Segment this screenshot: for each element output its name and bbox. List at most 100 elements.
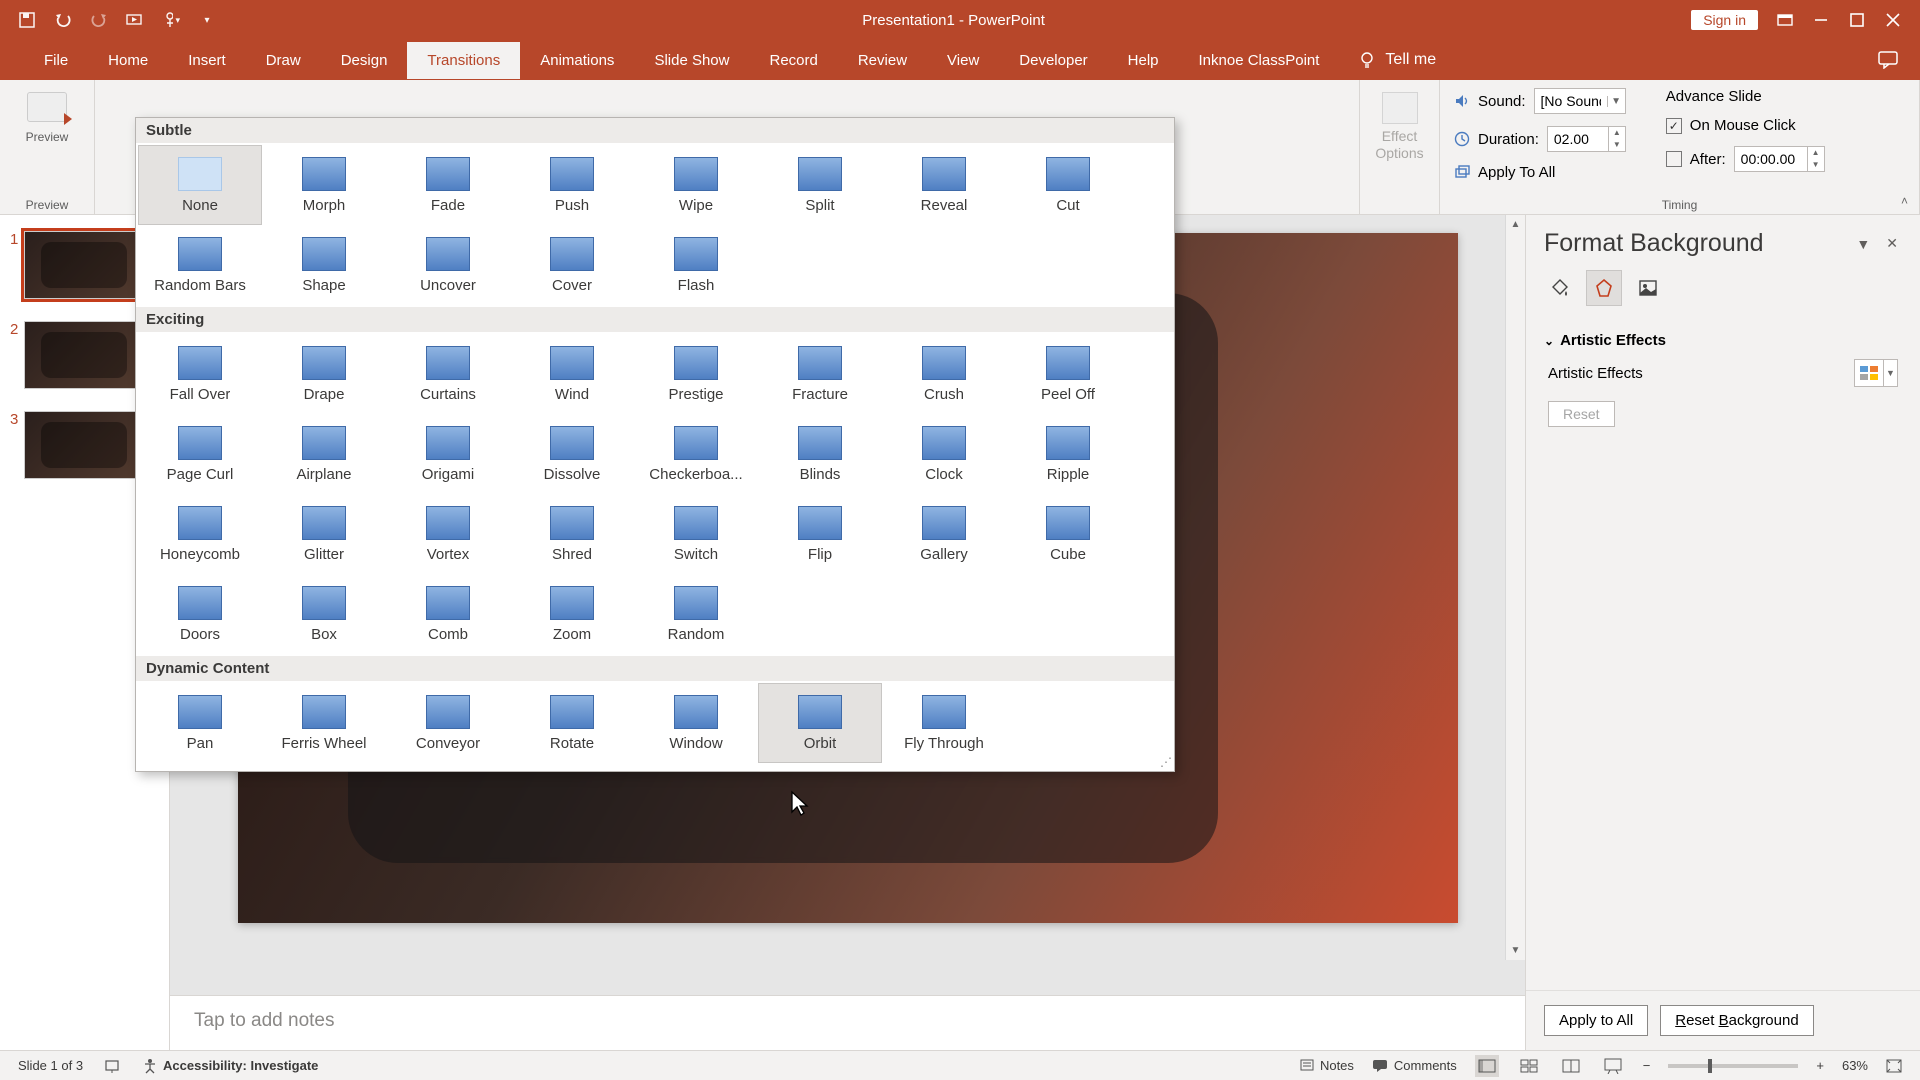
comments-pane-icon[interactable] <box>1878 51 1898 69</box>
transition-fracture[interactable]: Fracture <box>758 334 882 414</box>
undo-icon[interactable] <box>54 11 72 29</box>
transition-gallery-popup[interactable]: SubtleNoneMorphFadePushWipeSplitRevealCu… <box>135 117 1175 772</box>
transition-clock[interactable]: Clock <box>882 414 1006 494</box>
reset-button[interactable]: Reset <box>1548 401 1615 427</box>
transition-glitter[interactable]: Glitter <box>262 494 386 574</box>
on-mouse-click-row[interactable]: ✓ On Mouse Click <box>1666 117 1825 134</box>
tab-animations[interactable]: Animations <box>520 42 634 79</box>
transition-cut[interactable]: Cut <box>1006 145 1130 225</box>
transition-random-bars[interactable]: Random Bars <box>138 225 262 305</box>
resize-grip-icon[interactable]: ⋰ <box>1160 755 1170 769</box>
chevron-down-icon[interactable]: ▼ <box>1607 96 1625 107</box>
transition-peel-off[interactable]: Peel Off <box>1006 334 1130 414</box>
slideshow-view-icon[interactable] <box>1601 1055 1625 1077</box>
touch-mode-icon[interactable]: ▾ <box>162 11 180 29</box>
transition-page-curl[interactable]: Page Curl <box>138 414 262 494</box>
notes-indicator-icon[interactable] <box>105 1059 121 1073</box>
transition-fall-over[interactable]: Fall Over <box>138 334 262 414</box>
transition-wind[interactable]: Wind <box>510 334 634 414</box>
transition-morph[interactable]: Morph <box>262 145 386 225</box>
transition-flash[interactable]: Flash <box>634 225 758 305</box>
tab-design[interactable]: Design <box>321 42 408 79</box>
after-row[interactable]: After: ▲▼ <box>1666 146 1825 172</box>
scroll-up-icon[interactable]: ▲ <box>1511 219 1521 230</box>
tab-draw[interactable]: Draw <box>246 42 321 79</box>
artistic-effects-section-toggle[interactable]: ⌄ Artistic Effects <box>1544 332 1902 349</box>
transition-dissolve[interactable]: Dissolve <box>510 414 634 494</box>
thumb-image[interactable] <box>24 231 144 299</box>
tab-review[interactable]: Review <box>838 42 927 79</box>
transition-window[interactable]: Window <box>634 683 758 763</box>
duration-spinner[interactable]: ▲▼ <box>1547 126 1626 152</box>
transition-wipe[interactable]: Wipe <box>634 145 758 225</box>
transition-fade[interactable]: Fade <box>386 145 510 225</box>
after-value[interactable] <box>1735 147 1807 171</box>
scroll-down-icon[interactable]: ▼ <box>1511 945 1521 956</box>
close-icon[interactable] <box>1884 11 1902 29</box>
redo-icon[interactable] <box>90 11 108 29</box>
after-spinner[interactable]: ▲▼ <box>1734 146 1825 172</box>
slideshow-from-start-icon[interactable] <box>126 11 144 29</box>
transition-checkerboa-[interactable]: Checkerboa... <box>634 414 758 494</box>
reading-view-icon[interactable] <box>1559 1055 1583 1077</box>
transition-gallery[interactable]: Gallery <box>882 494 1006 574</box>
transition-split[interactable]: Split <box>758 145 882 225</box>
fill-tab[interactable] <box>1542 270 1578 306</box>
sound-value[interactable] <box>1535 93 1607 109</box>
zoom-in-icon[interactable]: + <box>1816 1058 1824 1073</box>
transition-cover[interactable]: Cover <box>510 225 634 305</box>
apply-to-all-button[interactable]: Apply To All <box>1454 164 1626 181</box>
normal-view-icon[interactable] <box>1475 1055 1499 1077</box>
minimize-icon[interactable] <box>1812 11 1830 29</box>
transition-doors[interactable]: Doors <box>138 574 262 654</box>
transition-shape[interactable]: Shape <box>262 225 386 305</box>
notes-button[interactable]: Notes <box>1300 1058 1354 1073</box>
transition-random[interactable]: Random <box>634 574 758 654</box>
maximize-icon[interactable] <box>1848 11 1866 29</box>
transition-switch[interactable]: Switch <box>634 494 758 574</box>
transition-shred[interactable]: Shred <box>510 494 634 574</box>
zoom-value[interactable]: 63% <box>1842 1058 1868 1073</box>
transition-cube[interactable]: Cube <box>1006 494 1130 574</box>
tab-help[interactable]: Help <box>1108 42 1179 79</box>
vertical-scrollbar[interactable]: ▲ ▼ <box>1505 215 1525 960</box>
transition-pan[interactable]: Pan <box>138 683 262 763</box>
tell-me[interactable]: Tell me <box>1359 51 1436 69</box>
tab-view[interactable]: View <box>927 42 999 79</box>
duration-value[interactable] <box>1548 127 1608 151</box>
transition-curtains[interactable]: Curtains <box>386 334 510 414</box>
transition-drape[interactable]: Drape <box>262 334 386 414</box>
transition-airplane[interactable]: Airplane <box>262 414 386 494</box>
sound-combo[interactable]: ▼ <box>1534 88 1626 114</box>
apply-to-all-button[interactable]: Apply to All <box>1544 1005 1648 1036</box>
comments-button[interactable]: Comments <box>1372 1058 1457 1073</box>
effects-tab[interactable] <box>1586 270 1622 306</box>
tab-developer[interactable]: Developer <box>999 42 1107 79</box>
zoom-out-icon[interactable]: − <box>1643 1058 1651 1073</box>
transition-crush[interactable]: Crush <box>882 334 1006 414</box>
artistic-effects-dropdown[interactable]: ▼ <box>1854 359 1898 387</box>
transition-ferris-wheel[interactable]: Ferris Wheel <box>262 683 386 763</box>
tab-home[interactable]: Home <box>88 42 168 79</box>
transition-none[interactable]: None <box>138 145 262 225</box>
tab-transitions[interactable]: Transitions <box>407 42 520 79</box>
tab-file[interactable]: File <box>24 42 88 79</box>
spin-up-icon[interactable]: ▲ <box>1808 147 1824 159</box>
spin-up-icon[interactable]: ▲ <box>1609 127 1625 139</box>
tab-slide-show[interactable]: Slide Show <box>634 42 749 79</box>
accessibility-button[interactable]: Accessibility: Investigate <box>143 1058 318 1074</box>
transition-honeycomb[interactable]: Honeycomb <box>138 494 262 574</box>
spin-down-icon[interactable]: ▼ <box>1609 139 1625 151</box>
notes-pane[interactable]: Tap to add notes <box>170 995 1525 1050</box>
qat-customize-icon[interactable]: ▾ <box>198 11 216 29</box>
transition-prestige[interactable]: Prestige <box>634 334 758 414</box>
transition-origami[interactable]: Origami <box>386 414 510 494</box>
preview-button[interactable]: Preview <box>26 86 69 144</box>
picture-tab[interactable] <box>1630 270 1666 306</box>
checkbox-checked-icon[interactable]: ✓ <box>1666 118 1682 134</box>
checkbox-unchecked-icon[interactable] <box>1666 151 1682 167</box>
slide-sorter-view-icon[interactable] <box>1517 1055 1541 1077</box>
transition-zoom[interactable]: Zoom <box>510 574 634 654</box>
tab-insert[interactable]: Insert <box>168 42 246 79</box>
fit-to-window-icon[interactable] <box>1886 1059 1902 1073</box>
